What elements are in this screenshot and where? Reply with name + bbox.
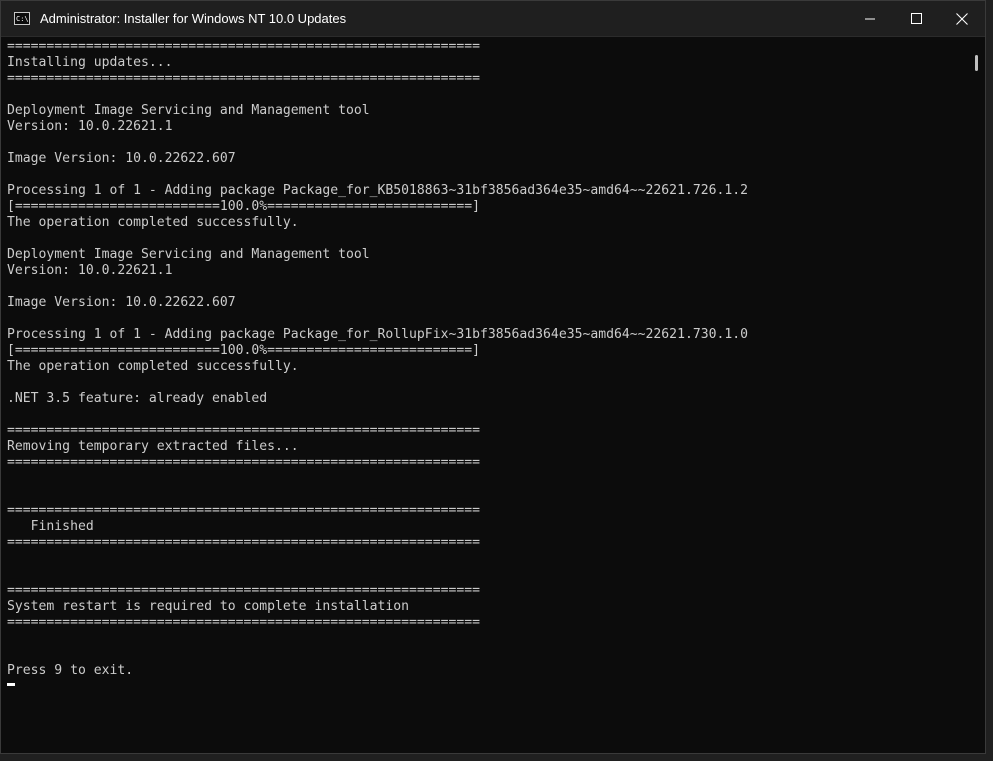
console-line: Deployment Image Servicing and Managemen… [7,103,370,118]
console-line: Finished [7,519,94,534]
console-line: Processing 1 of 1 - Adding package Packa… [7,327,749,342]
maximize-icon [910,13,922,24]
console-line: ========================================… [7,503,480,518]
console-line: Version: 10.0.22621.1 [7,263,173,278]
console-line: ========================================… [7,535,480,550]
text-cursor [7,683,15,686]
console-line: The operation completed successfully. [7,215,299,230]
console-output-area[interactable]: ========================================… [1,37,969,753]
close-button[interactable] [939,1,985,36]
console-line: [==========================100.0%=======… [7,199,480,214]
console-line: Press 9 to exit. [7,663,134,678]
console-line: Removing temporary extracted files... [7,439,299,454]
scroll-thumb[interactable] [975,55,978,71]
console-line: The operation completed successfully. [7,359,299,374]
console-line: ========================================… [7,583,480,598]
console-output: ========================================… [1,37,969,686]
console-line: Version: 10.0.22621.1 [7,119,173,134]
console-line: .NET 3.5 feature: already enabled [7,391,268,406]
console-line: ========================================… [7,615,480,630]
console-line: System restart is required to complete i… [7,599,410,614]
minimize-icon [865,14,875,24]
console-line: Installing updates... [7,55,173,70]
maximize-button[interactable] [893,1,939,36]
minimize-button[interactable] [847,1,893,36]
console-line: ========================================… [7,455,480,470]
console-line: ========================================… [7,39,480,54]
console-window: C:\ Administrator: Installer for Windows… [0,0,986,754]
close-icon [956,12,968,25]
console-line: Deployment Image Servicing and Managemen… [7,247,370,262]
console-line: Image Version: 10.0.22622.607 [7,295,236,310]
title-bar[interactable]: C:\ Administrator: Installer for Windows… [1,1,985,37]
cmd-icon: C:\ [14,12,30,25]
console-line: Image Version: 10.0.22622.607 [7,151,236,166]
console-line: ========================================… [7,71,480,86]
vertical-scrollbar[interactable] [969,37,985,753]
console-line: [==========================100.0%=======… [7,343,480,358]
console-line: Processing 1 of 1 - Adding package Packa… [7,183,749,198]
window-title: Administrator: Installer for Windows NT … [40,11,347,26]
console-line: ========================================… [7,423,480,438]
